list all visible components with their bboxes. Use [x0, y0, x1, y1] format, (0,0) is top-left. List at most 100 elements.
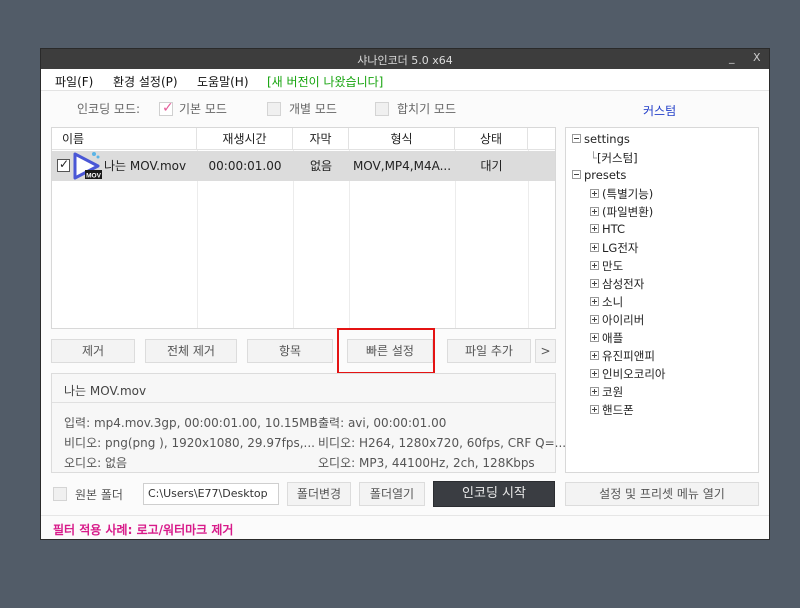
tree-node-preset[interactable]: 인비오코리아 — [590, 366, 665, 382]
more-button[interactable]: > — [535, 339, 556, 363]
custom-link[interactable]: 커스텀 — [643, 102, 676, 119]
tree-node-preset[interactable]: 핸드폰 — [590, 402, 634, 418]
tree-label: 인비오코리아 — [602, 367, 666, 381]
tree-label: 유진피앤피 — [602, 349, 655, 363]
merge-mode-checkbox[interactable] — [375, 102, 389, 116]
expand-icon[interactable] — [590, 315, 599, 324]
expand-icon[interactable] — [590, 189, 599, 198]
source-folder-checkbox[interactable] — [53, 487, 67, 501]
start-encoding-button[interactable]: 인코딩 시작 — [433, 481, 555, 507]
info-audio-input: 오디오: 없음 — [64, 456, 128, 470]
tree-label: LG전자 — [602, 241, 639, 255]
column-header-status[interactable]: 상태 — [455, 128, 528, 150]
column-header-name[interactable]: 이름 — [52, 128, 197, 150]
info-audio-output: 오디오: MP3, 44100Hz, 2ch, 128Kbps — [318, 456, 535, 470]
preset-tree: settings └[커스텀] presets (특별기능) (파일변환) HT… — [565, 127, 759, 473]
add-file-button[interactable]: 파일 추가 — [447, 339, 531, 363]
row-status: 대기 — [480, 159, 503, 173]
collapse-icon[interactable] — [572, 134, 581, 143]
info-video-output: 비디오: H264, 1280x720, 60fps, CRF Q=... — [318, 436, 567, 450]
collapse-icon[interactable] — [572, 170, 581, 179]
tree-label: 애플 — [602, 331, 624, 345]
tree-node-preset[interactable]: 만도 — [590, 258, 623, 274]
mov-file-icon: MOV — [72, 151, 104, 181]
checkmark-icon: ✓ — [162, 100, 174, 116]
menu-help[interactable]: 도움말(H) — [197, 73, 249, 90]
tree-node-preset[interactable]: 삼성전자 — [590, 276, 644, 292]
open-presets-menu-button[interactable]: 설정 및 프리셋 메뉴 열기 — [565, 482, 759, 506]
expand-icon[interactable] — [590, 279, 599, 288]
individual-mode-checkbox[interactable] — [267, 102, 281, 116]
menu-file[interactable]: 파일(F) — [55, 73, 93, 90]
tree-node-preset[interactable]: 애플 — [590, 330, 623, 346]
row-format: MOV,MP4,M4A... — [352, 159, 452, 173]
tree-label: 삼성전자 — [602, 277, 645, 291]
column-header-subtitle[interactable]: 자막 — [293, 128, 349, 150]
tree-node-settings[interactable]: settings — [572, 132, 630, 146]
expand-icon[interactable] — [590, 243, 599, 252]
expand-icon[interactable] — [590, 405, 599, 414]
mov-badge-text: MOV — [86, 173, 101, 180]
expand-icon[interactable] — [590, 224, 599, 233]
expand-icon[interactable] — [590, 333, 599, 342]
table-row[interactable]: ✓ MOV 나는 MOV.mov 00:00:01.00 없음 MOV,MP4,… — [52, 151, 555, 181]
filter-example-link[interactable]: 필터 적용 사례: 로고/워터마크 제거 — [53, 521, 233, 538]
new-version-link[interactable]: [새 버전이 나왔습니다] — [267, 73, 383, 90]
tree-node-preset[interactable]: 아이리버 — [590, 312, 644, 328]
output-path-field[interactable]: C:\Users\E77\Desktop — [143, 483, 279, 505]
remove-button[interactable]: 제거 — [51, 339, 135, 363]
tree-node-preset[interactable]: 소니 — [590, 294, 623, 310]
quick-settings-highlight — [337, 328, 435, 374]
tree-label: presets — [584, 168, 627, 182]
info-input: 입력: mp4.mov.3gp, 00:00:01.00, 10.15MB — [64, 416, 318, 430]
window-title: 샤나인코더 5.0 x64 — [357, 54, 453, 67]
item-button[interactable]: 항목 — [247, 339, 333, 363]
minimize-button[interactable]: _ — [729, 51, 735, 64]
encoding-mode-bar: 인코딩 모드: ✓ 기본 모드 개별 모드 합치기 모드 커스텀 — [41, 95, 769, 121]
file-list-header: 이름 재생시간 자막 형식 상태 — [52, 128, 555, 150]
tree-node-presets[interactable]: presets — [572, 168, 626, 182]
source-folder-label: 원본 폴더 — [75, 488, 123, 502]
tree-node-preset[interactable]: 유진피앤피 — [590, 348, 655, 364]
expand-icon[interactable] — [590, 369, 599, 378]
info-filename: 나는 MOV.mov — [64, 384, 147, 398]
tree-label: 코원 — [602, 385, 624, 399]
expand-icon[interactable] — [590, 297, 599, 306]
tree-node-preset[interactable]: LG전자 — [590, 240, 638, 256]
tree-label: [커스텀] — [596, 151, 638, 165]
tree-node-preset[interactable]: HTC — [590, 222, 625, 236]
open-folder-button[interactable]: 폴더열기 — [359, 482, 425, 506]
change-folder-button[interactable]: 폴더변경 — [287, 482, 351, 506]
basic-mode-checkbox[interactable]: ✓ — [159, 100, 174, 116]
tree-node-preset[interactable]: 코원 — [590, 384, 623, 400]
title-bar: 샤나인코더 5.0 x64 _ X — [41, 49, 769, 69]
column-header-duration[interactable]: 재생시간 — [197, 128, 293, 150]
main-window: 샤나인코더 5.0 x64 _ X 파일(F) 환경 설정(P) 도움말(H) … — [40, 48, 770, 540]
tree-label: 소니 — [602, 295, 624, 309]
merge-mode-label[interactable]: 합치기 모드 — [397, 100, 456, 117]
remove-all-button[interactable]: 전체 제거 — [145, 339, 237, 363]
column-header-format[interactable]: 형식 — [349, 128, 455, 150]
tree-label: HTC — [602, 222, 626, 236]
individual-mode-label[interactable]: 개별 모드 — [289, 100, 337, 117]
tree-node-preset[interactable]: (특별기능) — [590, 186, 653, 202]
encoding-mode-label: 인코딩 모드: — [77, 102, 141, 116]
menu-settings[interactable]: 환경 설정(P) — [113, 73, 178, 90]
expand-icon[interactable] — [590, 261, 599, 270]
info-video-input: 비디오: png(png ), 1920x1080, 29.97fps,... — [64, 436, 315, 450]
filter-example-bar: 필터 적용 사례: 로고/워터마크 제거 — [41, 515, 769, 539]
output-folder-bar: 원본 폴더 C:\Users\E77\Desktop 폴더변경 폴더열기 인코딩… — [51, 481, 761, 507]
column-header-extra — [528, 128, 555, 150]
expand-icon[interactable] — [590, 387, 599, 396]
row-filename: 나는 MOV.mov — [104, 159, 187, 173]
close-button[interactable]: X — [753, 51, 761, 64]
file-list: 이름 재생시간 자막 형식 상태 ✓ MOV 나는 MOV.mov 00:00:… — [51, 127, 556, 329]
tree-node-custom[interactable]: └[커스텀] — [590, 150, 638, 166]
tree-label: 만도 — [602, 259, 624, 273]
basic-mode-label[interactable]: 기본 모드 — [179, 100, 227, 117]
expand-icon[interactable] — [590, 207, 599, 216]
row-checkbox[interactable]: ✓ — [57, 157, 70, 172]
expand-icon[interactable] — [590, 351, 599, 360]
tree-node-preset[interactable]: (파일변환) — [590, 204, 653, 220]
tree-label: settings — [584, 132, 630, 146]
